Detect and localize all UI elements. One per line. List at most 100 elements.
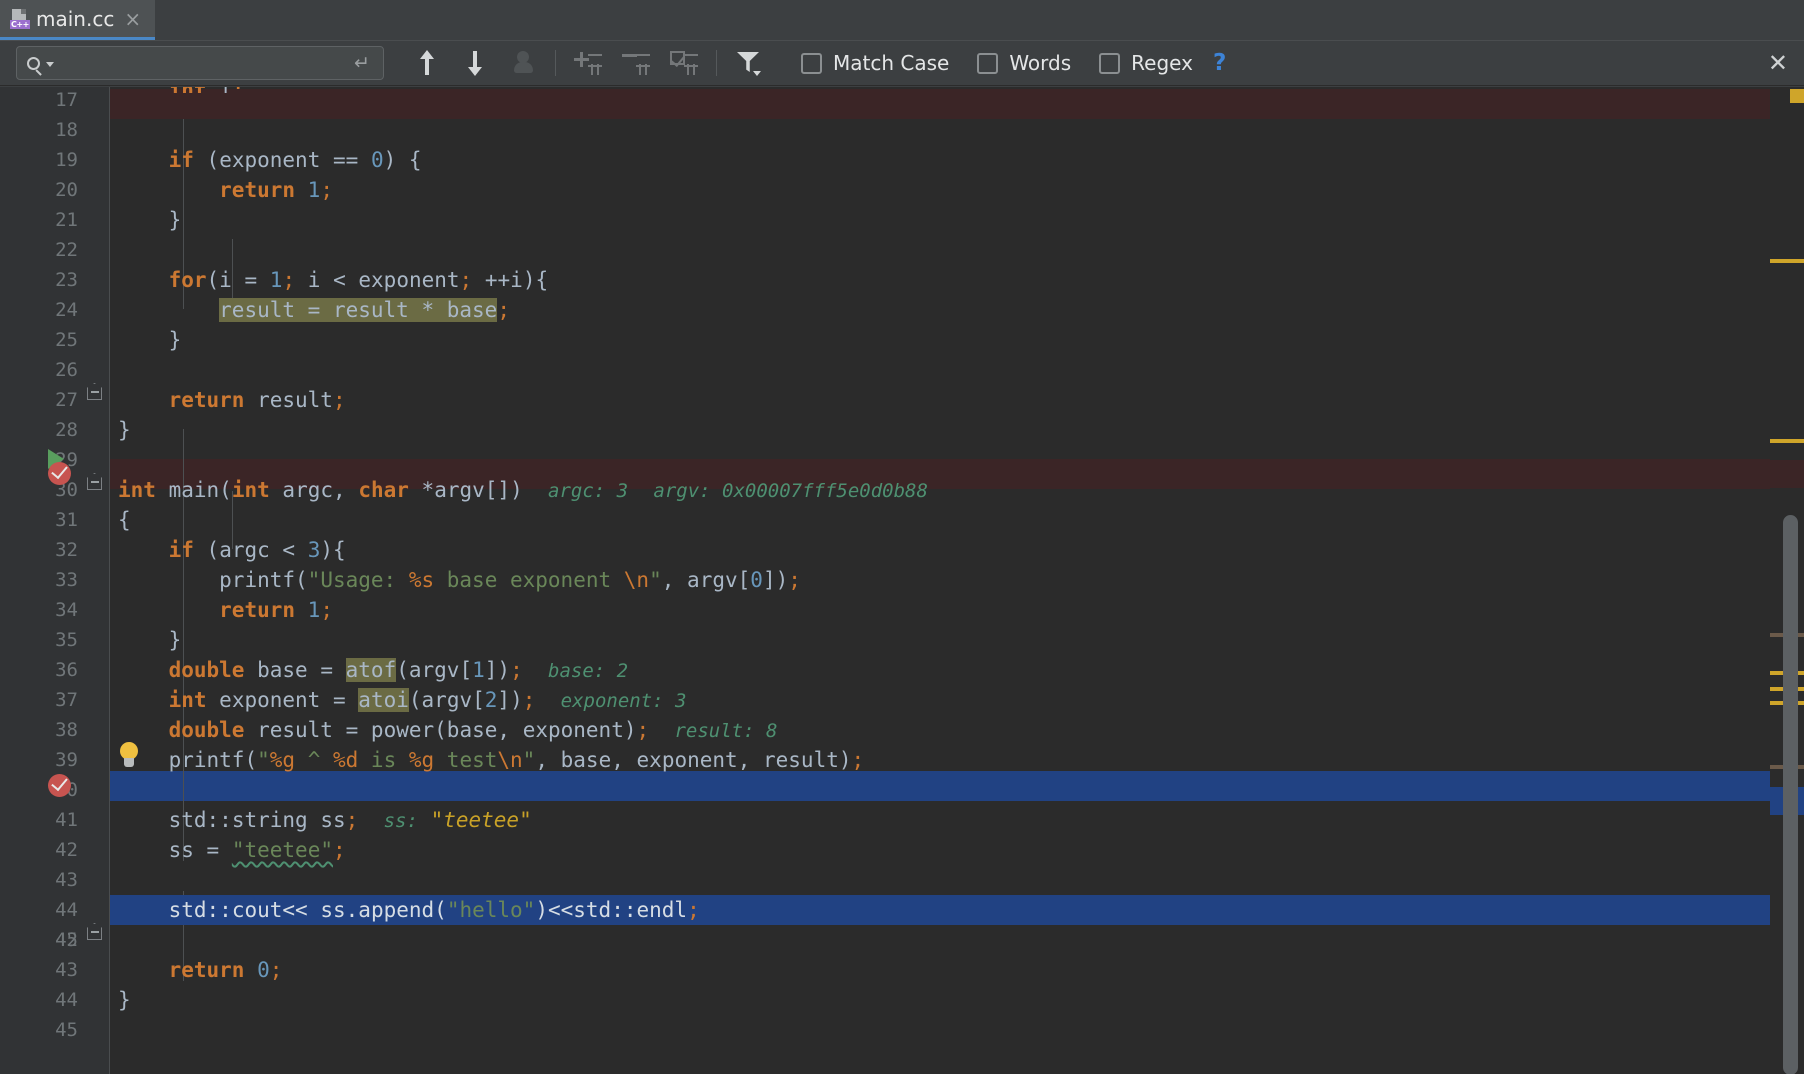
words-label: Words <box>1009 51 1071 75</box>
search-match-highlight: atof <box>346 658 397 682</box>
regex-checkbox[interactable]: Regex <box>1099 51 1193 75</box>
breakpoint-verified-icon[interactable] <box>48 462 71 485</box>
select-all-occurrences-button[interactable] <box>661 43 707 83</box>
tab-main-cc[interactable]: C++ main.cc × <box>0 0 155 40</box>
code-line-39[interactable]: printf("%g ^ %d is %g test\n", base, exp… <box>110 745 1804 775</box>
code-editor[interactable]: 17 18 19 20 21 22 23 24 25 26 27 28 29 3… <box>0 87 1804 1074</box>
line-number: 43 <box>0 865 78 895</box>
toolbar-divider-2 <box>716 50 717 76</box>
code-line-24[interactable]: result = result * base; <box>110 295 1804 325</box>
code-line-31[interactable]: { <box>110 505 1804 535</box>
code-line-26[interactable] <box>110 355 1804 385</box>
inline-hint-argv: argv: 0x00007fff5e0d0b88 <box>653 480 928 502</box>
line-number: 23 <box>0 265 78 295</box>
code-line-33[interactable]: printf("Usage: %s base exponent \n", arg… <box>110 565 1804 595</box>
line-number: 45 <box>0 1015 78 1045</box>
inline-hint-ss-value: "teetee" <box>431 808 532 832</box>
code-line-40[interactable] <box>110 775 1804 805</box>
code-line-48[interactable] <box>110 1015 1804 1045</box>
help-icon[interactable]: ? <box>1213 50 1226 76</box>
words-checkbox[interactable]: Words <box>977 51 1071 75</box>
code-line-22[interactable] <box>110 235 1804 265</box>
warning-marker[interactable] <box>1790 89 1804 103</box>
code-line-32[interactable]: if (argc < 3){ <box>110 535 1804 565</box>
toolbar-divider-1 <box>555 50 556 76</box>
error-line-marker[interactable] <box>1770 460 1804 488</box>
search-match-highlight: result = result * base <box>219 298 497 322</box>
warning-marker[interactable] <box>1770 259 1804 263</box>
breakpoint-verified-icon[interactable] <box>48 774 71 797</box>
search-input[interactable] <box>54 53 349 73</box>
line-number: 33 <box>0 565 78 595</box>
search-field-wrapper[interactable]: ↵ <box>16 46 384 80</box>
line-number: 36 <box>0 655 78 685</box>
code-line-20[interactable]: return 1; <box>110 175 1804 205</box>
code-line-23[interactable]: for(i = 1; i < exponent; ++i){ <box>110 265 1804 295</box>
code-line-45[interactable] <box>110 925 1804 955</box>
code-line-44[interactable]: std::cout<< ss.append("hello")<<std::end… <box>110 895 1804 925</box>
cpp-file-icon: C++ <box>10 9 28 29</box>
enter-icon[interactable]: ↵ <box>349 51 375 75</box>
code-line-41[interactable]: std::string ss; ss: "teetee" <box>110 805 1804 835</box>
inline-hint-exponent: exponent: 3 <box>561 690 687 712</box>
vertical-scrollbar-thumb[interactable] <box>1783 515 1798 1074</box>
code-line-29[interactable] <box>110 445 1804 475</box>
add-selection-icon <box>574 50 602 76</box>
inline-hint-ss-name: ss: <box>384 810 418 832</box>
cpp-badge-label: C++ <box>10 20 30 29</box>
code-line-46[interactable]: return 0; <box>110 955 1804 985</box>
checkbox-box <box>977 53 998 74</box>
next-occurrence-button[interactable] <box>452 43 498 83</box>
search-match-highlight: atoi <box>358 688 409 712</box>
code-line-42[interactable]: ss = "teetee"; <box>110 835 1804 865</box>
editor-tab-bar: C++ main.cc × <box>0 0 1804 40</box>
line-number: 19 <box>0 145 78 175</box>
arrow-up-icon <box>417 50 437 76</box>
code-line-43[interactable] <box>110 865 1804 895</box>
filter-search-options-button[interactable] <box>726 43 772 83</box>
line-number: 44 <box>0 985 78 1015</box>
code-line-30[interactable]: int main(int argc, char *argv[]) argc: 3… <box>110 475 1804 505</box>
code-line-35[interactable]: } <box>110 625 1804 655</box>
code-line-21[interactable]: } <box>110 205 1804 235</box>
close-icon[interactable]: × <box>124 9 141 29</box>
line-number: 38 <box>0 715 78 745</box>
inline-hint-result: result: 8 <box>674 720 777 742</box>
search-icon[interactable] <box>27 57 54 70</box>
line-number: 18 <box>0 115 78 145</box>
match-case-checkbox[interactable]: Match Case <box>801 51 949 75</box>
code-line-18[interactable] <box>110 115 1804 145</box>
code-line-17[interactable]: int i; <box>110 87 1804 93</box>
close-find-toolbar-icon[interactable]: ✕ <box>1768 51 1788 75</box>
find-in-selection-button[interactable] <box>500 43 546 83</box>
code-line-27[interactable]: return result; <box>110 385 1804 415</box>
line-number: 43 <box>0 955 78 985</box>
remove-occurrence-button[interactable] <box>613 43 659 83</box>
warning-marker[interactable] <box>1770 439 1804 443</box>
select-all-icon <box>670 50 698 76</box>
add-occurrence-button[interactable] <box>565 43 611 83</box>
line-number: 34 <box>0 595 78 625</box>
line-number: 20 <box>0 175 78 205</box>
code-line-28[interactable]: } <box>110 415 1804 445</box>
inline-hint-base: base: 2 <box>548 660 628 682</box>
code-line-25[interactable]: } <box>110 325 1804 355</box>
person-icon <box>512 51 534 75</box>
code-line-47[interactable]: } <box>110 985 1804 1015</box>
code-line-38[interactable]: double result = power(base, exponent); r… <box>110 715 1804 745</box>
code-line-34[interactable]: return 1; <box>110 595 1804 625</box>
error-stripe-markers[interactable] <box>1770 87 1804 1074</box>
line-number: 27 <box>0 385 78 415</box>
line-number: 32 <box>0 535 78 565</box>
code-line-37[interactable]: int exponent = atoi(argv[2]); exponent: … <box>110 685 1804 715</box>
code-line-19[interactable]: if (exponent == 0) { <box>110 145 1804 175</box>
line-number: 24 <box>0 295 78 325</box>
line-number: 41 <box>0 805 78 835</box>
previous-occurrence-button[interactable] <box>404 43 450 83</box>
line-number: 25 <box>0 325 78 355</box>
filter-icon <box>736 49 762 77</box>
match-case-label: Match Case <box>833 51 949 75</box>
line-number: 17 <box>0 87 78 115</box>
code-line-36[interactable]: double base = atof(argv[1]); base: 2 <box>110 655 1804 685</box>
checkbox-box <box>1099 53 1120 74</box>
